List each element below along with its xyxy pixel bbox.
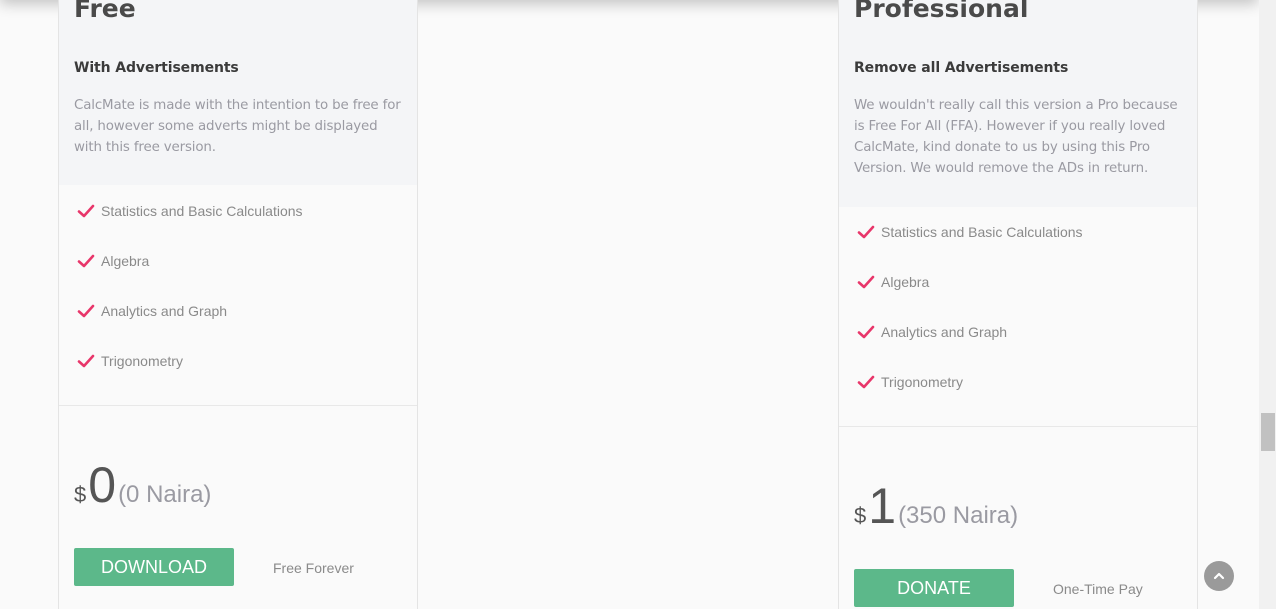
check-icon — [857, 325, 875, 339]
feature-label: Statistics and Basic Calculations — [881, 224, 1083, 240]
check-icon — [857, 275, 875, 289]
feature-label: Statistics and Basic Calculations — [101, 203, 303, 219]
plan-price: $ 1 (350 Naira) — [854, 481, 1018, 531]
feature-label: Analytics and Graph — [101, 303, 228, 319]
check-icon — [857, 375, 875, 389]
chevron-up-icon — [1213, 572, 1225, 580]
page-scrollbar[interactable] — [1259, 0, 1276, 609]
price-amount: 0 — [88, 457, 117, 513]
button-note: Free Forever — [273, 560, 354, 576]
check-icon — [77, 354, 95, 368]
back-to-top-button[interactable] — [1204, 561, 1234, 591]
plan-subtitle: Remove all Advertisements — [854, 60, 1069, 76]
feature-item: Algebra — [857, 273, 929, 291]
download-button[interactable]: DOWNLOAD — [74, 548, 234, 586]
plan-card-free: Free With Advertisements CalcMate is mad… — [58, 0, 418, 609]
check-icon — [857, 225, 875, 239]
price-currency: $ — [74, 482, 87, 507]
price-note: (0 Naira) — [118, 481, 212, 508]
price-amount: 1 — [868, 478, 897, 534]
divider — [839, 426, 1197, 427]
plan-description: We wouldn't really call this version a P… — [854, 98, 1178, 176]
feature-item: Statistics and Basic Calculations — [857, 223, 1083, 241]
check-icon — [77, 254, 95, 268]
plan-subtitle: With Advertisements — [74, 60, 239, 76]
plan-title: Free — [74, 0, 136, 23]
feature-label: Algebra — [101, 253, 150, 269]
price-currency: $ — [854, 503, 867, 528]
feature-item: Algebra — [77, 252, 149, 270]
feature-item: Trigonometry — [77, 352, 183, 370]
feature-item: Trigonometry — [857, 373, 963, 391]
button-note: One-Time Pay — [1053, 581, 1143, 597]
divider — [59, 405, 417, 406]
price-note: (350 Naira) — [898, 502, 1019, 529]
plan-title: Professional — [854, 0, 1029, 23]
feature-label: Trigonometry — [881, 374, 963, 390]
check-icon — [77, 304, 95, 318]
plan-price: $ 0 (0 Naira) — [74, 460, 211, 510]
feature-item: Statistics and Basic Calculations — [77, 202, 303, 220]
feature-item: Analytics and Graph — [857, 323, 1007, 341]
feature-label: Trigonometry — [101, 353, 183, 369]
feature-item: Analytics and Graph — [77, 302, 227, 320]
donate-button[interactable]: DONATE — [854, 569, 1014, 607]
plan-description: CalcMate is made with the intention to b… — [74, 98, 401, 155]
feature-label: Analytics and Graph — [881, 324, 1008, 340]
plan-card-professional: Professional Remove all Advertisements W… — [838, 0, 1198, 609]
feature-label: Algebra — [881, 274, 930, 290]
scrollbar-thumb[interactable] — [1261, 413, 1275, 451]
check-icon — [77, 204, 95, 218]
